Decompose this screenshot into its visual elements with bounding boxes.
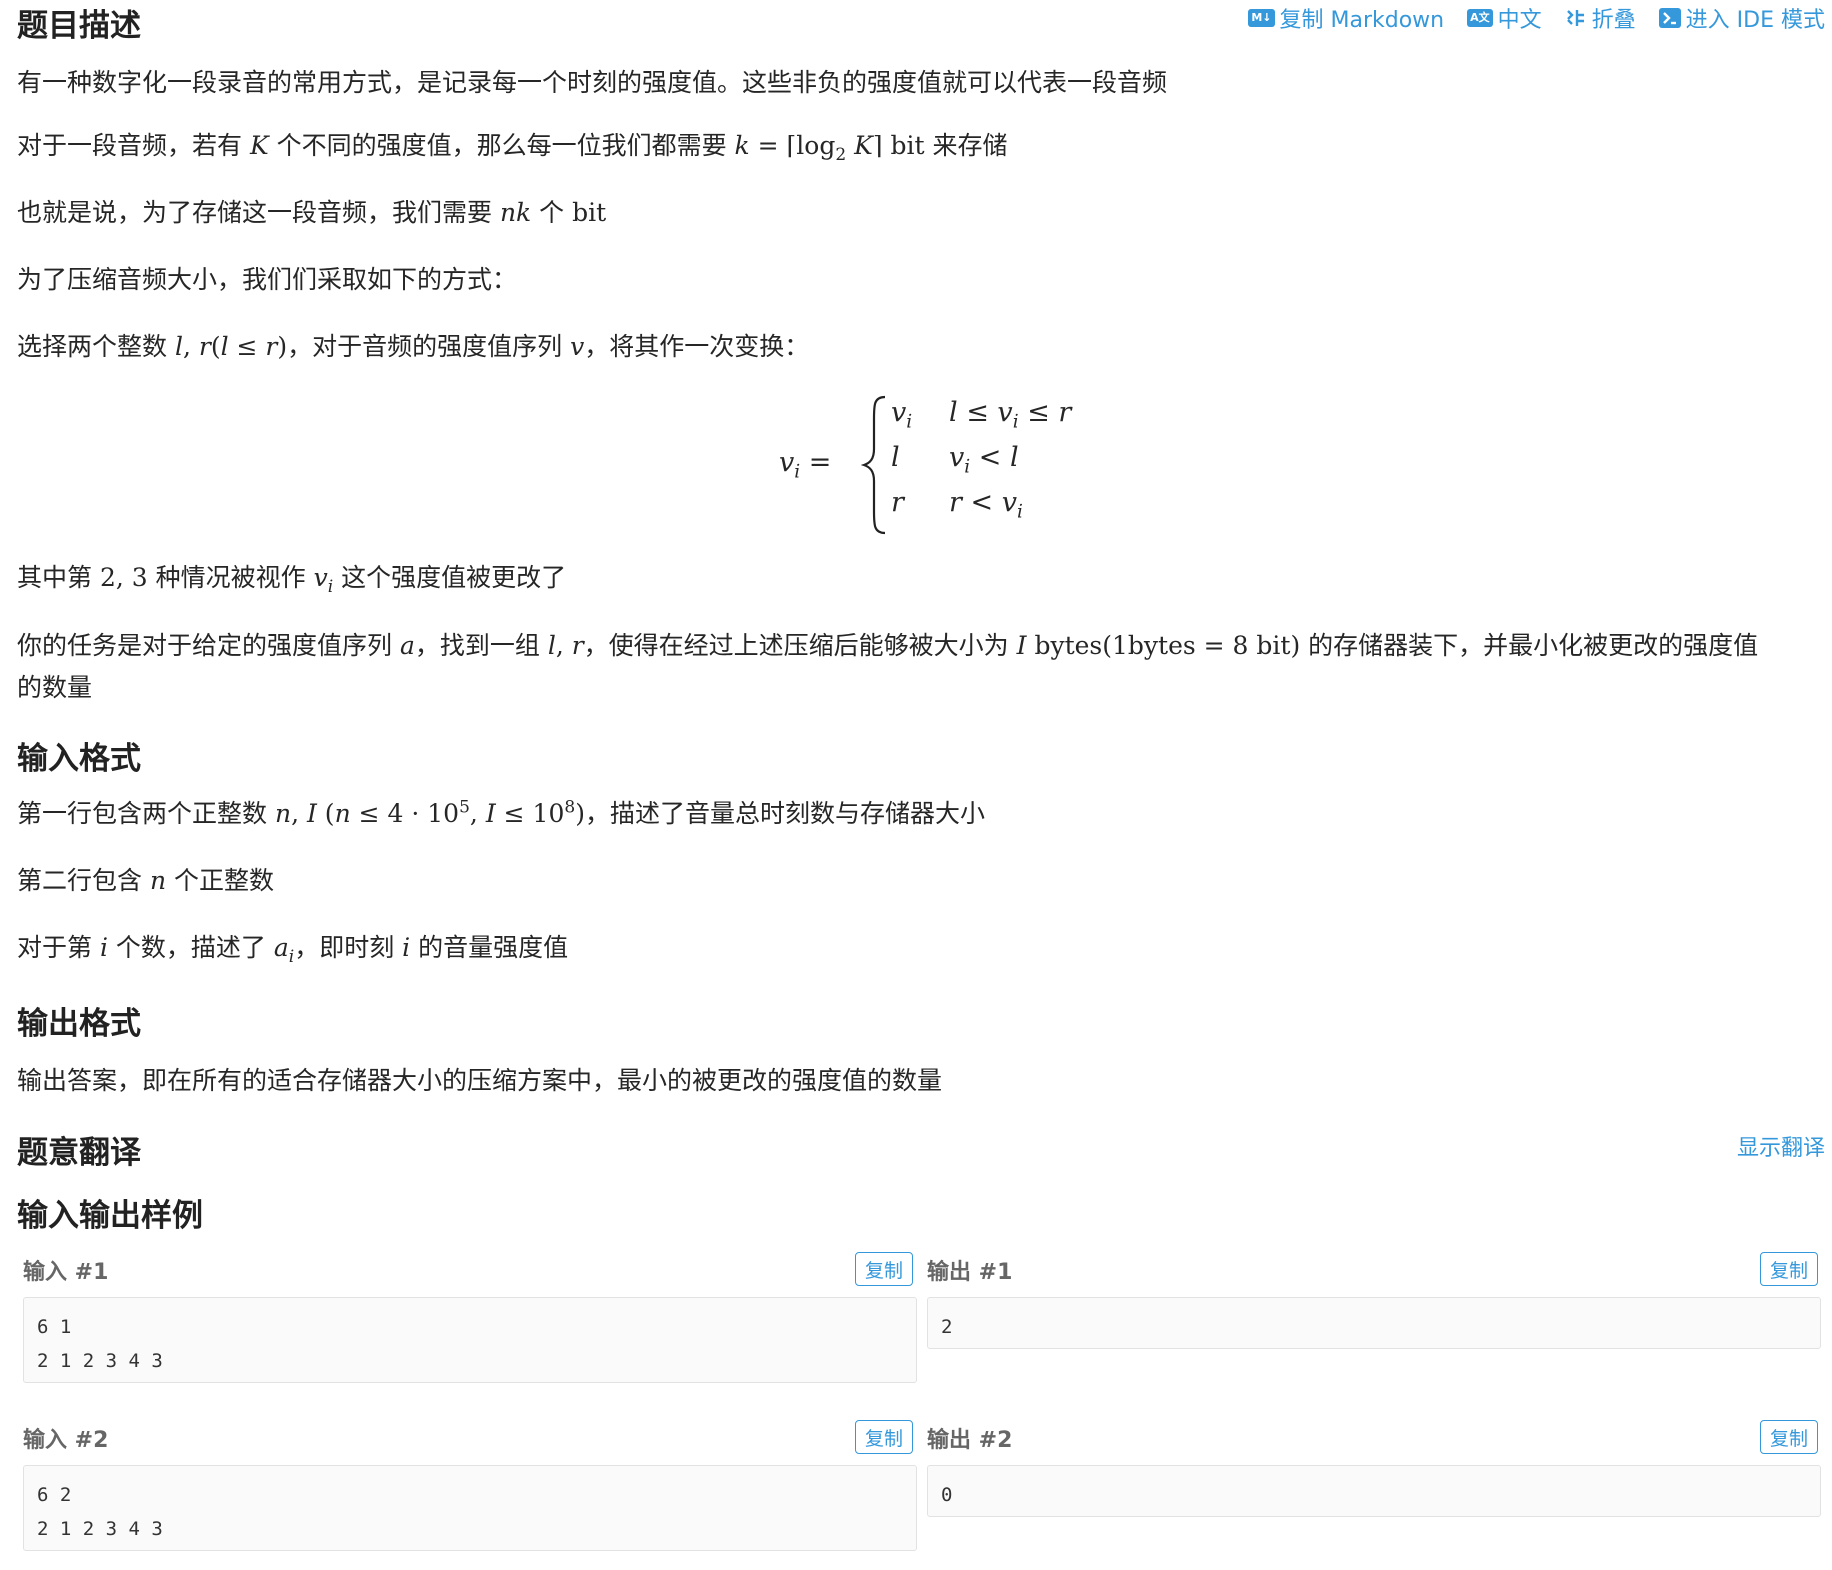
output-paragraph-1: 输出答案，即在所有的适合存储器大小的压缩方案中，最小的被更改的强度值的数量	[17, 1066, 943, 1095]
desc-paragraph-4: 为了压缩音频大小，我们们采取如下的方式：	[17, 265, 518, 294]
sample-input-label: 输入 #1	[23, 1260, 109, 1285]
sample-input-label: 输入 #2	[23, 1428, 109, 1453]
language-button[interactable]: A文 中文	[1467, 2, 1542, 34]
sample-output-code[interactable]: 2	[927, 1297, 1821, 1349]
desc-paragraph-6: 其中第 2, 3 种情况被视作 vi 这个强度值被更改了	[17, 563, 567, 597]
copy-sample-input-button[interactable]: 复制	[855, 1420, 913, 1454]
section-title-output-format: 输出格式	[17, 1006, 141, 1042]
copy-sample-output-button[interactable]: 复制	[1760, 1420, 1818, 1454]
desc-paragraph-1: 有一种数字化一段录音的常用方式，是记录每一个时刻的强度值。这些非负的强度值就可以…	[17, 68, 1168, 97]
copy-markdown-button[interactable]: M↓ 复制 Markdown	[1248, 2, 1444, 34]
fold-icon	[1565, 7, 1587, 29]
copy-sample-output-button[interactable]: 复制	[1760, 1252, 1818, 1286]
translate-icon: A文	[1467, 9, 1493, 27]
fold-button[interactable]: 折叠	[1565, 2, 1636, 34]
ide-mode-button[interactable]: 进入 IDE 模式	[1658, 2, 1825, 34]
copy-sample-input-button[interactable]: 复制	[855, 1252, 913, 1286]
input-paragraph-1: 第一行包含两个正整数 n, I (n ≤ 4 · 105, I ≤ 108)，描…	[17, 797, 985, 828]
markdown-icon: M↓	[1248, 9, 1275, 27]
sample-output-label: 输出 #2	[927, 1428, 1013, 1453]
input-paragraph-3: 对于第 i 个数，描述了 ai，即时刻 i 的音量强度值	[17, 933, 569, 967]
problem-toolbar: M↓ 复制 Markdown A文 中文 折叠 进入 IDE 模式	[1248, 2, 1825, 34]
cases-brace	[861, 395, 886, 535]
sample-input-code[interactable]: 6 1 2 1 2 3 4 3	[23, 1297, 917, 1383]
input-paragraph-2: 第二行包含 n 个正整数	[17, 866, 275, 895]
sample-input-code[interactable]: 6 2 2 1 2 3 4 3	[23, 1465, 917, 1551]
section-title-samples: 输入输出样例	[17, 1198, 203, 1234]
section-title-translation: 题意翻译	[17, 1135, 141, 1171]
section-title-description: 题目描述	[17, 8, 141, 44]
sample-output-code[interactable]: 0	[927, 1465, 1821, 1517]
desc-paragraph-3: 也就是说，为了存储这一段音频，我们需要 nk 个 bit	[17, 198, 607, 227]
desc-paragraph-2: 对于一段音频，若有 K 个不同的强度值，那么每一位我们都需要 k = ⌈log2…	[17, 131, 1008, 165]
section-title-input-format: 输入格式	[17, 741, 141, 777]
desc-paragraph-7-cont: 的数量	[17, 673, 93, 702]
terminal-icon	[1658, 7, 1681, 29]
desc-paragraph-5: 选择两个整数 l, r(l ≤ r)，对于音频的强度值序列 v，将其作一次变换：	[17, 332, 810, 361]
sample-output-label: 输出 #1	[927, 1260, 1013, 1285]
desc-paragraph-7: 你的任务是对于给定的强度值序列 a，找到一组 l, r，使得在经过上述压缩后能够…	[17, 631, 1759, 660]
show-translation-link[interactable]: 显示翻译	[1737, 1130, 1825, 1162]
